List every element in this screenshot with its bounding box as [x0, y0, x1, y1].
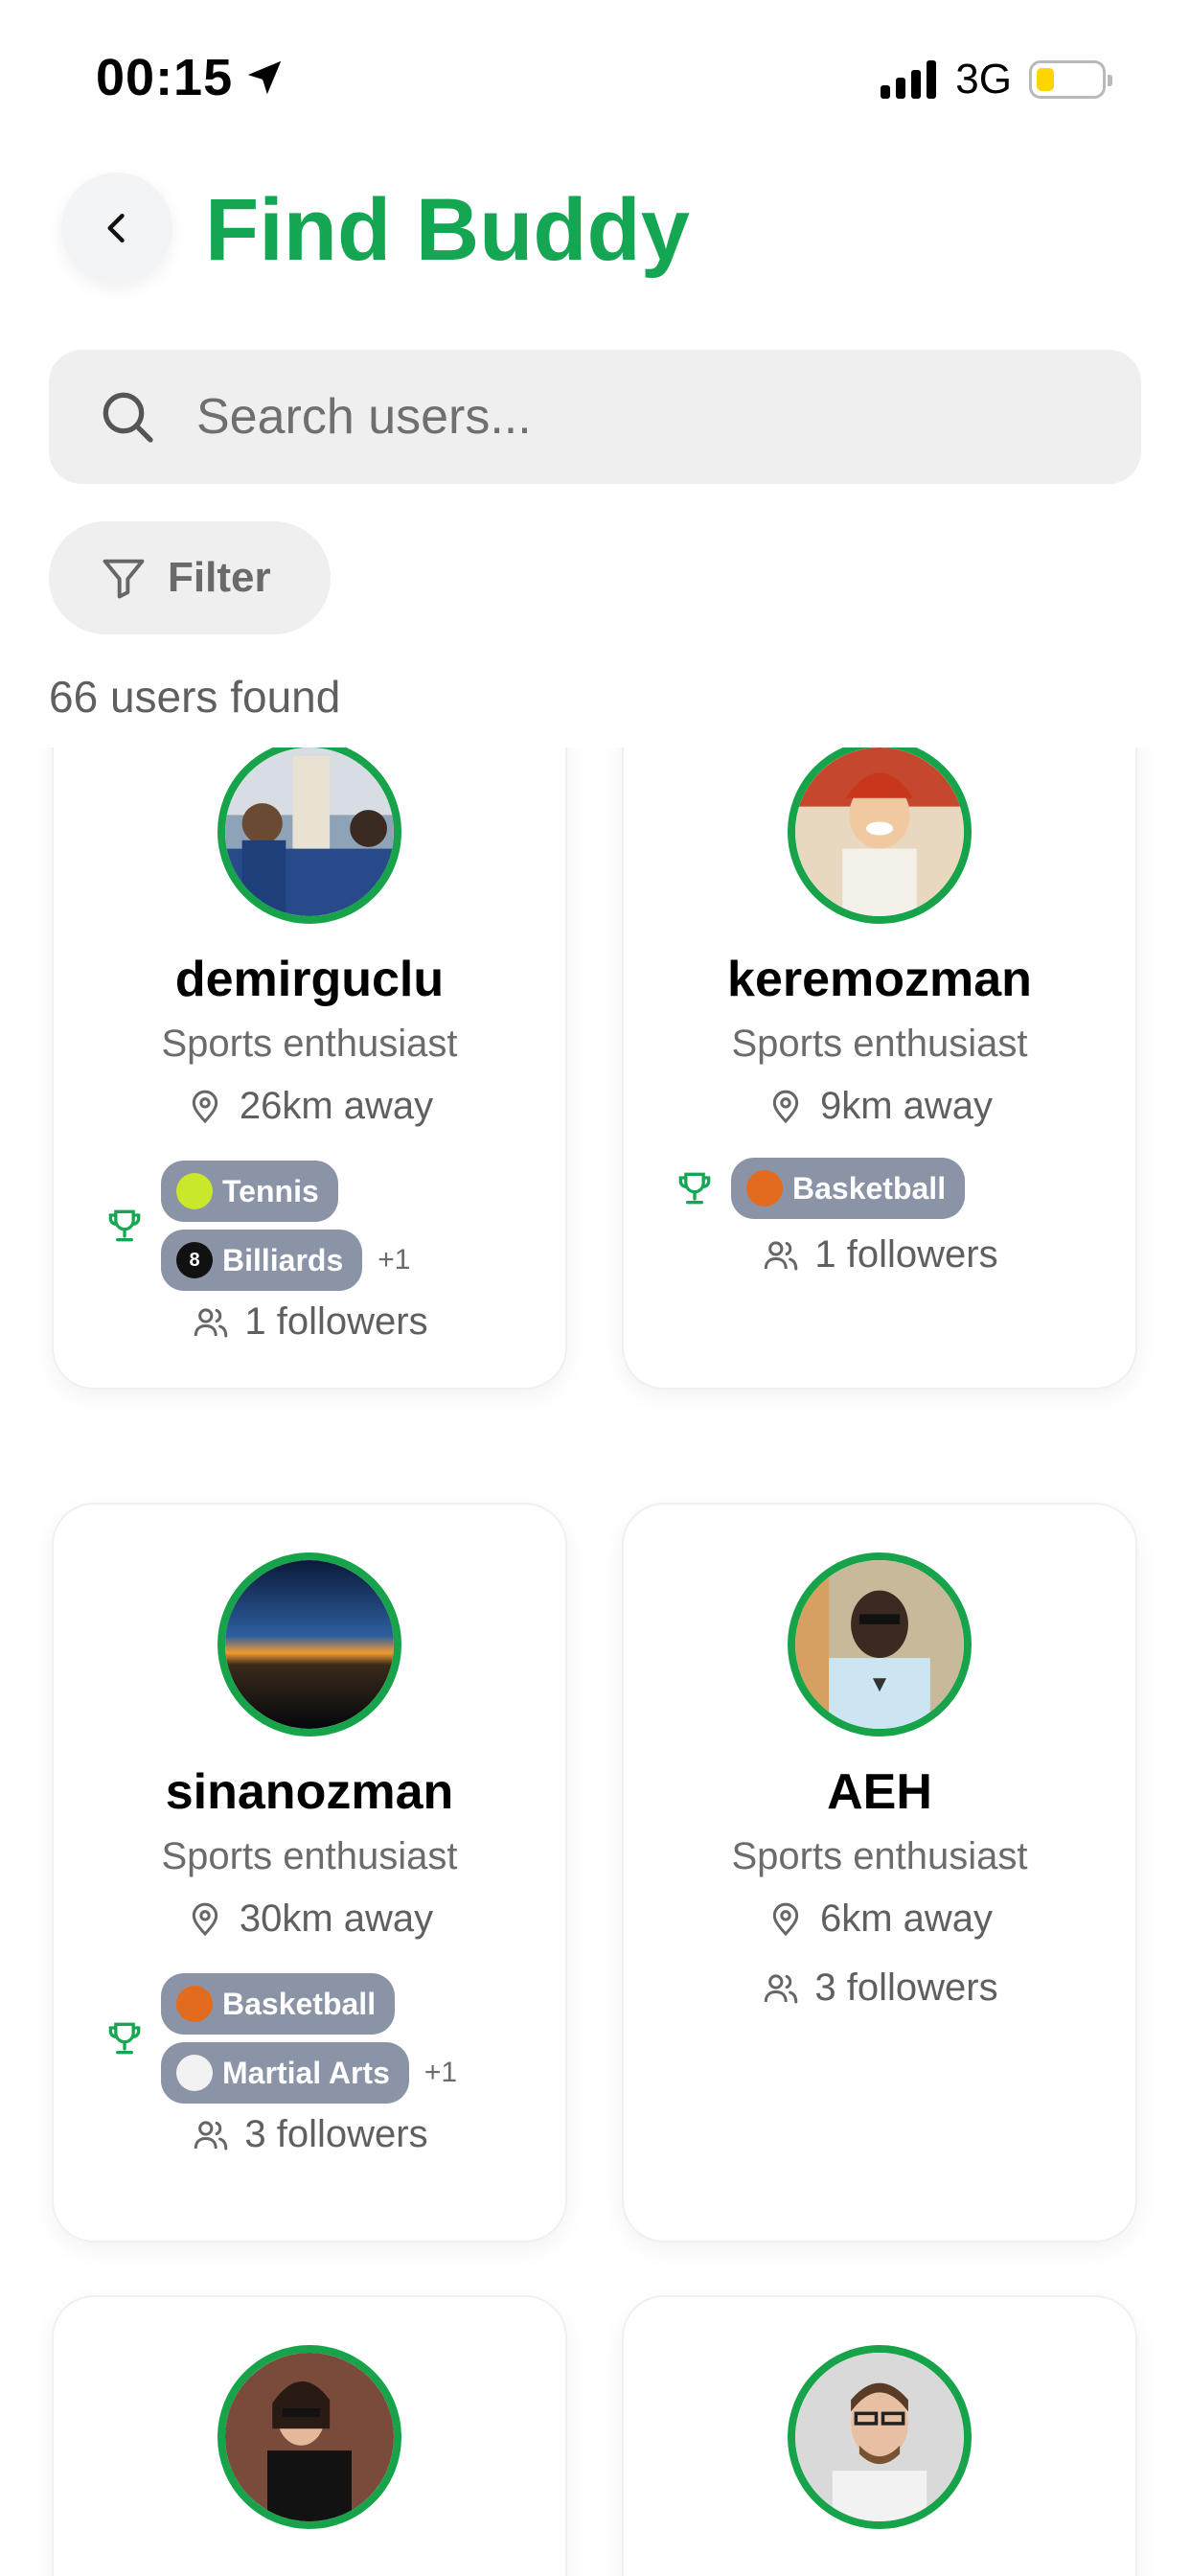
user-distance: 6km away [624, 1898, 1135, 1941]
back-button[interactable] [61, 172, 172, 284]
followers-text: 3 followers [244, 2113, 428, 2155]
user-bio: Sports enthusiast [731, 1835, 1028, 1877]
location-pin-icon [772, 1090, 799, 1123]
users-icon [765, 1240, 798, 1270]
followers-text: 1 followers [814, 1233, 998, 1276]
basketball-icon [746, 1170, 783, 1207]
more-sports-count: +1 [423, 2057, 458, 2088]
sport-chip: Tennis [161, 1161, 338, 1222]
avatar [217, 748, 401, 924]
user-card[interactable]: sinanozman Sports enthusiast 30km away B… [52, 1503, 567, 2242]
user-distance: 9km away [624, 1085, 1135, 1128]
battery-icon [1029, 60, 1112, 99]
user-distance: 30km away [54, 1898, 565, 1941]
distance-text: 9km away [819, 1085, 994, 1127]
basketball-icon [176, 1986, 213, 2022]
status-time-text: 00:15 [96, 49, 234, 106]
sport-chip-label: Basketball [222, 1986, 377, 2021]
tennis-ball-icon [176, 1173, 213, 1209]
sport-chip-label: Martial Arts [222, 2055, 390, 2090]
status-indicators: 3G [881, 56, 1112, 104]
signal-icon [881, 60, 942, 99]
trophy-icon [96, 1205, 153, 1247]
avatar [788, 2345, 972, 2529]
sport-chip: Basketball [161, 1973, 396, 2035]
user-card[interactable]: keremozman Sports enthusiast 9km away Ba… [622, 748, 1137, 1390]
filter-button[interactable]: Filter [49, 521, 331, 634]
chevron-left-icon [107, 213, 125, 243]
avatar [217, 1552, 401, 1736]
user-bio: Sports enthusiast [161, 1835, 458, 1877]
location-pin-icon [192, 1902, 218, 1936]
username: AEH [827, 1764, 932, 1820]
avatar [788, 748, 972, 924]
sports-section: Basketball Martial Arts +1 [96, 1969, 457, 2107]
page-title: Find Buddy [205, 181, 690, 279]
user-bio: Sports enthusiast [731, 1023, 1028, 1065]
network-type: 3G [955, 56, 1012, 103]
user-card[interactable] [52, 2295, 567, 2576]
sport-chips: Basketball Martial Arts +1 [161, 1969, 457, 2107]
trophy-icon [666, 1167, 723, 1209]
sport-chip: Basketball [731, 1158, 966, 1219]
distance-text: 30km away [239, 1898, 434, 1940]
sport-chip-label: Basketball [792, 1170, 947, 1206]
status-bar: 00:15 3G [0, 0, 1190, 144]
user-followers: 3 followers [624, 1966, 1135, 2010]
avatar [217, 2345, 401, 2529]
user-followers: 1 followers [54, 1300, 565, 1344]
find-buddy-screen: 00:15 3G Find Buddy Filter 66 users foun… [0, 0, 1190, 2576]
user-followers: 3 followers [54, 2113, 565, 2156]
user-card[interactable]: AEH Sports enthusiast 6km away 3 followe… [622, 1503, 1137, 2242]
username: demirguclu [174, 952, 445, 1007]
user-followers: 1 followers [624, 1233, 1135, 1276]
search-icon [97, 386, 158, 448]
sports-section: Basketball [666, 1154, 966, 1223]
followers-text: 1 followers [244, 1300, 428, 1343]
username: keremozman [727, 952, 1032, 1007]
location-pin-icon [772, 1902, 799, 1936]
sports-section: Tennis 8 Billiards +1 [96, 1157, 410, 1295]
sport-chip-label: Tennis [222, 1173, 319, 1208]
followers-text: 3 followers [814, 1966, 998, 2009]
sport-chip: Martial Arts [161, 2042, 409, 2104]
users-icon [195, 1307, 228, 1337]
funnel-icon [99, 553, 149, 603]
user-bio: Sports enthusiast [161, 1023, 458, 1065]
users-icon [195, 2120, 228, 2150]
search-bar[interactable] [49, 350, 1141, 484]
martial-arts-icon [176, 2055, 213, 2091]
sport-chips: Tennis 8 Billiards +1 [161, 1157, 410, 1295]
sport-chips: Basketball [731, 1154, 966, 1223]
user-card[interactable]: demirguclu Sports enthusiast 26km away T… [52, 748, 567, 1390]
results-count: 66 users found [49, 672, 341, 722]
avatar [788, 1552, 972, 1736]
more-sports-count: +1 [378, 1244, 411, 1276]
distance-text: 6km away [819, 1898, 994, 1940]
username: sinanozman [165, 1764, 454, 1820]
status-time: 00:15 [96, 48, 286, 107]
location-pin-icon [192, 1090, 218, 1123]
user-grid: demirguclu Sports enthusiast 26km away T… [0, 748, 1190, 2576]
search-input[interactable] [196, 388, 1059, 446]
user-distance: 26km away [54, 1085, 565, 1128]
location-arrow-icon [247, 60, 282, 95]
trophy-icon [96, 2017, 153, 2059]
sport-chip-label: Billiards [222, 1242, 344, 1277]
sport-chip: 8 Billiards [161, 1230, 363, 1291]
billiard-ball-icon: 8 [176, 1242, 213, 1278]
filter-label: Filter [168, 554, 271, 601]
distance-text: 26km away [239, 1085, 434, 1127]
users-icon [765, 1973, 798, 2003]
user-card[interactable] [622, 2295, 1137, 2576]
